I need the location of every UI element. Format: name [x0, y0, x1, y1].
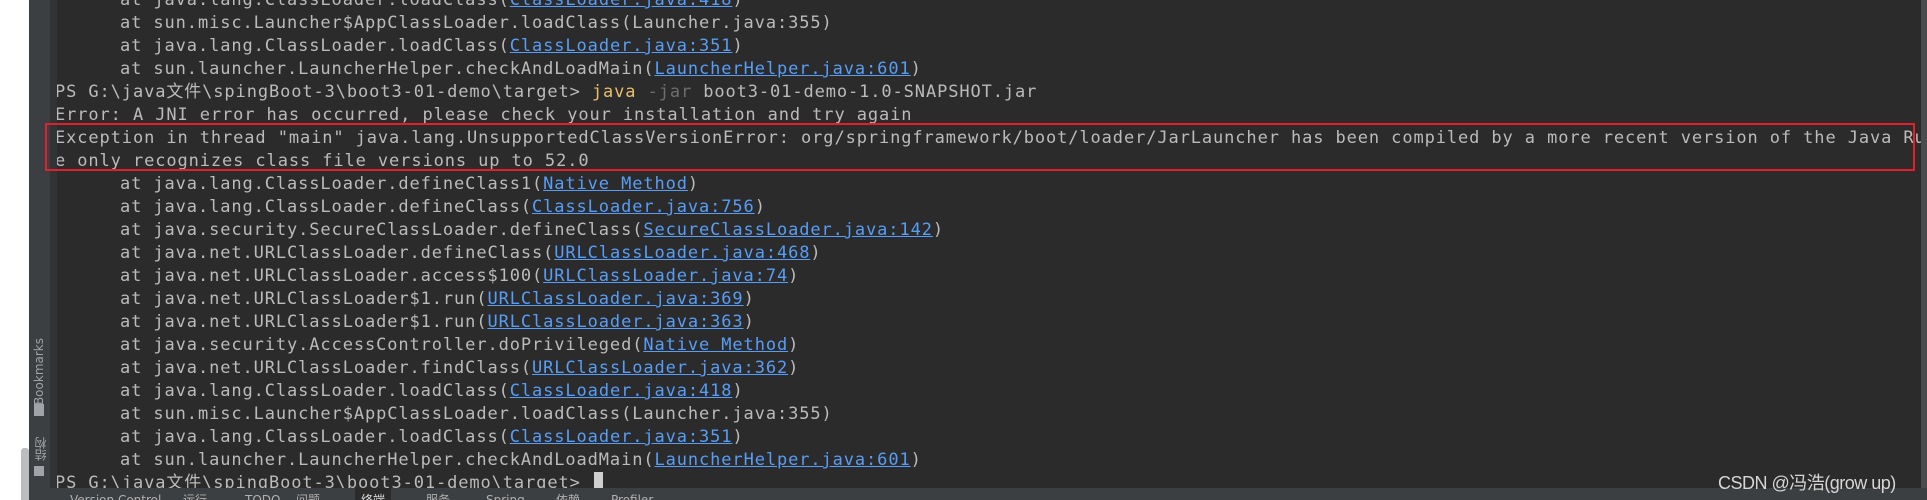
source-link[interactable]: LauncherHelper.java:601: [654, 450, 910, 470]
stack-frame-line: at java.security.AccessController.doPriv…: [57, 334, 1921, 357]
stack-frame-line: at java.lang.ClassLoader.loadClass(Class…: [57, 0, 1921, 12]
frame-text: at java.net.URLClassLoader.access$100(: [120, 266, 544, 286]
sidebar-item-bookmarks[interactable]: Bookmarks: [32, 338, 46, 405]
output-line: Exception in thread "main" java.lang.Uns…: [57, 127, 1921, 150]
output-text: Error: A JNI error has occurred, please …: [57, 105, 913, 125]
tab-4[interactable]: 终端: [355, 488, 392, 500]
frame-text: ): [788, 358, 800, 378]
bookmark-icon: [34, 404, 44, 416]
frame-text: ): [732, 36, 744, 56]
watermark: CSDN @冯浩(grow up): [1718, 473, 1896, 493]
tab-5[interactable]: 服务: [420, 488, 456, 500]
stack-frame-line: at java.net.URLClassLoader$1.run(URLClas…: [57, 311, 1921, 334]
frame-text: ): [788, 266, 800, 286]
frame-text: ): [932, 220, 944, 240]
source-link[interactable]: ClassLoader.java:418: [510, 0, 733, 10]
stack-frame-line: at java.lang.ClassLoader.loadClass(Class…: [57, 426, 1921, 449]
frame-text: at sun.misc.Launcher$AppClassLoader.load…: [120, 13, 833, 33]
output-text: e only recognizes class file versions up…: [57, 151, 590, 171]
structure-icon: [34, 466, 44, 476]
frame-text: at sun.misc.Launcher$AppClassLoader.load…: [120, 404, 833, 424]
frame-text: ): [810, 243, 822, 263]
tab-8[interactable]: Profiler: [605, 488, 659, 500]
left-tool-sidebar: Bookmarks 结构: [29, 0, 50, 488]
source-link[interactable]: URLClassLoader.java:369: [487, 289, 743, 309]
frame-text: at sun.launcher.LauncherHelper.checkAndL…: [120, 450, 655, 470]
prompt-text: PS G:\java文件\spingBoot-3\boot3-01-demo\t…: [57, 473, 592, 488]
source-link[interactable]: URLClassLoader.java:74: [543, 266, 788, 286]
prompt-text: PS G:\java文件\spingBoot-3\boot3-01-demo\t…: [57, 82, 592, 102]
left-scrollbar[interactable]: [21, 448, 29, 500]
frame-text: ): [732, 427, 744, 447]
stack-frame-line: at java.security.SecureClassLoader.defin…: [57, 219, 1921, 242]
frame-text: at java.net.URLClassLoader$1.run(: [120, 289, 488, 309]
source-link[interactable]: ClassLoader.java:351: [510, 427, 733, 447]
frame-text: at java.security.SecureClassLoader.defin…: [120, 220, 644, 240]
frame-text: ): [910, 450, 922, 470]
text-cursor: [593, 472, 603, 488]
frame-text: ): [788, 335, 800, 355]
stack-frame-line: at java.lang.ClassLoader.loadClass(Class…: [57, 35, 1921, 58]
terminal-gutter: [50, 0, 57, 488]
source-link[interactable]: ClassLoader.java:756: [532, 197, 755, 217]
source-link[interactable]: URLClassLoader.java:363: [487, 312, 743, 332]
stack-frame-line: at sun.launcher.LauncherHelper.checkAndL…: [57, 58, 1921, 81]
command-args: boot3-01-demo-1.0-SNAPSHOT.jar: [692, 82, 1038, 102]
source-link[interactable]: SecureClassLoader.java:142: [643, 220, 933, 240]
source-link[interactable]: URLClassLoader.java:468: [554, 243, 810, 263]
tab-2[interactable]: TODO: [239, 488, 286, 500]
tab-1[interactable]: 运行: [177, 488, 213, 500]
stack-frame-line: at java.lang.ClassLoader.defineClass(Cla…: [57, 196, 1921, 219]
stack-frame-line: at java.net.URLClassLoader$1.run(URLClas…: [57, 288, 1921, 311]
source-link[interactable]: URLClassLoader.java:362: [532, 358, 788, 378]
frame-text: at java.lang.ClassLoader.loadClass(: [120, 381, 510, 401]
stack-frame-line: at java.lang.ClassLoader.loadClass(Class…: [57, 380, 1921, 403]
frame-text: ): [743, 312, 755, 332]
frame-text: ): [732, 0, 744, 10]
stack-frame-line: at sun.misc.Launcher$AppClassLoader.load…: [57, 403, 1921, 426]
frame-text: at java.net.URLClassLoader$1.run(: [120, 312, 488, 332]
output-line: Error: A JNI error has occurred, please …: [57, 104, 1921, 127]
frame-text: ): [732, 381, 744, 401]
frame-text: ): [743, 289, 755, 309]
source-link[interactable]: LauncherHelper.java:601: [654, 59, 910, 79]
tab-0[interactable]: Version Control: [64, 488, 167, 500]
prompt-line: PS G:\java文件\spingBoot-3\boot3-01-demo\t…: [57, 472, 1921, 488]
command-text: java: [591, 82, 637, 102]
terminal-lines: at java.lang.ClassLoader.loadClass(Class…: [57, 0, 1921, 488]
frame-text: ): [910, 59, 922, 79]
frame-text: at java.lang.ClassLoader.defineClass(: [120, 197, 532, 217]
frame-text: ): [754, 197, 766, 217]
frame-text: at java.lang.ClassLoader.loadClass(: [120, 427, 510, 447]
sidebar-item-structure[interactable]: 结构: [32, 437, 49, 461]
frame-text: ): [687, 174, 700, 194]
frame-text: at sun.launcher.LauncherHelper.checkAndL…: [120, 59, 655, 79]
tab-7[interactable]: 依赖: [550, 488, 586, 500]
stack-frame-line: at java.net.URLClassLoader.access$100(UR…: [57, 265, 1921, 288]
source-link[interactable]: Native Method: [543, 174, 688, 194]
source-link[interactable]: ClassLoader.java:351: [510, 36, 733, 56]
command-flag: -jar: [647, 82, 693, 102]
output-line: e only recognizes class file versions up…: [57, 150, 1921, 173]
tab-3[interactable]: 问题: [290, 488, 326, 500]
frame-text: at java.net.URLClassLoader.findClass(: [120, 358, 532, 378]
output-text: Exception in thread "main" java.lang.Uns…: [57, 128, 1921, 148]
stack-frame-line: at java.net.URLClassLoader.defineClass(U…: [57, 242, 1921, 265]
terminal-scrollbar[interactable]: [1921, 0, 1927, 488]
frame-text: at java.lang.ClassLoader.defineClass1(: [120, 174, 544, 194]
frame-text: at java.lang.ClassLoader.loadClass(: [120, 36, 510, 56]
bottom-tool-window-bar: Version Control 运行 TODO 问题 终端 服务 Spring 依赖 Profi…: [29, 488, 1927, 500]
terminal-output[interactable]: at java.lang.ClassLoader.loadClass(Class…: [57, 0, 1921, 488]
frame-text: at java.lang.ClassLoader.loadClass(: [120, 0, 510, 10]
frame-text: at java.net.URLClassLoader.defineClass(: [120, 243, 555, 263]
stack-frame-line: at sun.misc.Launcher$AppClassLoader.load…: [57, 12, 1921, 35]
stack-frame-line: at java.lang.ClassLoader.defineClass1(Na…: [57, 173, 1921, 196]
tab-6[interactable]: Spring: [480, 488, 531, 500]
source-link[interactable]: ClassLoader.java:418: [510, 381, 733, 401]
stack-frame-line: at java.net.URLClassLoader.findClass(URL…: [57, 357, 1921, 380]
prompt-line: PS G:\java文件\spingBoot-3\boot3-01-demo\t…: [57, 81, 1921, 104]
stack-frame-line: at sun.launcher.LauncherHelper.checkAndL…: [57, 449, 1921, 472]
source-link[interactable]: Native Method: [643, 335, 788, 355]
frame-text: at java.security.AccessController.doPriv…: [120, 335, 644, 355]
